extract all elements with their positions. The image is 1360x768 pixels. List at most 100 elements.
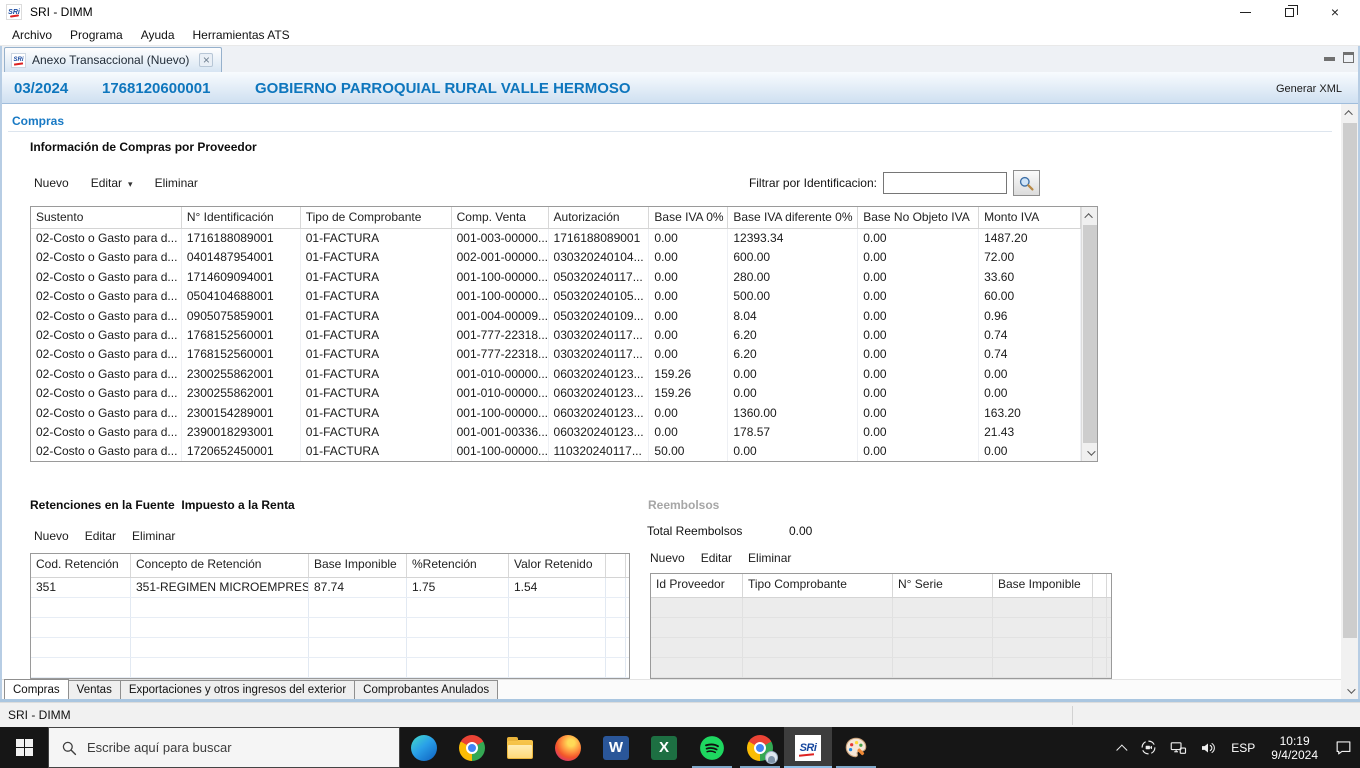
meet-now-icon[interactable] (1134, 727, 1163, 768)
scrollbar-thumb[interactable] (1082, 225, 1097, 443)
cell: 0.00 (649, 403, 729, 423)
table-row[interactable]: 351 351-REGIMEN MICROEMPRES... 87.74 1.75 1.… (31, 578, 629, 598)
table-row[interactable]: 02-Costo o Gasto para d... 0905075859001 0… (31, 306, 1081, 326)
vertical-scrollbar[interactable] (1341, 104, 1358, 699)
column-header[interactable]: %Retención (407, 554, 509, 577)
cell: 01-FACTURA (301, 267, 452, 288)
scrollbar-thumb[interactable] (1342, 123, 1357, 638)
column-header[interactable]: Id Proveedor (651, 574, 743, 597)
scroll-up-arrow[interactable] (1342, 104, 1358, 121)
table-row[interactable]: 02-Costo o Gasto para d... 1768152560001 0… (31, 345, 1081, 365)
taskbar-word-icon[interactable]: W (592, 727, 640, 768)
table-row[interactable]: 02-Costo o Gasto para d... 1714609094001 0… (31, 267, 1081, 288)
bottom-tab-comprobantes-anulados[interactable]: Comprobantes Anulados (354, 680, 499, 699)
editar-button[interactable]: Editar (85, 529, 116, 543)
table-scrollbar[interactable] (1081, 207, 1097, 461)
taskbar-edge-icon[interactable] (400, 727, 448, 768)
table-row[interactable]: 02-Costo o Gasto para d... 1768152560001 0… (31, 325, 1081, 346)
menu-item-archivo[interactable]: Archivo (10, 26, 54, 44)
start-button[interactable] (0, 727, 48, 768)
column-header[interactable]: Valor Retenido (509, 554, 606, 577)
taskbar-sri-icon[interactable]: SRi (784, 727, 832, 768)
table-row[interactable]: 02-Costo o Gasto para d... 0504104688001 0… (31, 287, 1081, 307)
editar-button[interactable]: Editar ▾ (91, 176, 133, 190)
menu-item-ayuda[interactable]: Ayuda (139, 26, 177, 44)
column-header[interactable]: Base Imponible (309, 554, 407, 577)
cell (1093, 658, 1107, 677)
column-header[interactable]: Tipo Comprobante (743, 574, 893, 597)
filter-input[interactable] (883, 172, 1007, 194)
eliminar-button[interactable]: Eliminar (132, 529, 175, 543)
chevron-down-icon[interactable]: ▾ (128, 179, 133, 190)
taskbar-file-explorer-icon[interactable] (496, 727, 544, 768)
cell (31, 658, 131, 677)
scroll-down-arrow[interactable] (1082, 444, 1098, 461)
column-header[interactable]: N° Identificación (182, 207, 301, 228)
maximize-view-button[interactable] (1343, 52, 1354, 63)
table-row[interactable]: 02-Costo o Gasto para d... 1716188089001 0… (31, 229, 1081, 249)
nuevo-button[interactable]: Nuevo (34, 529, 69, 543)
nuevo-button[interactable]: Nuevo (34, 176, 69, 190)
table-row[interactable]: 02-Costo o Gasto para d... 2300154289001 0… (31, 403, 1081, 423)
table-row[interactable]: 02-Costo o Gasto para d... 1720652450001 0… (31, 442, 1081, 461)
restore-button[interactable] (1272, 0, 1306, 24)
column-header[interactable]: Comp. Venta (452, 207, 549, 228)
column-header[interactable]: Base IVA 0% (649, 207, 729, 228)
minimize-view-button[interactable] (1324, 57, 1335, 61)
cell (309, 618, 407, 637)
close-button[interactable]: × (1318, 0, 1352, 24)
column-header[interactable]: Base IVA diferente 0% (728, 207, 859, 228)
column-header[interactable]: Sustento (31, 207, 182, 228)
search-button[interactable] (1013, 170, 1040, 196)
bottom-tab-ventas[interactable]: Ventas (68, 680, 120, 699)
cell: 0.00 (858, 384, 980, 404)
tab-close-icon[interactable]: × (199, 53, 214, 67)
column-header[interactable]: Tipo de Comprobante (301, 207, 452, 228)
column-header[interactable]: Monto IVA (979, 207, 1081, 228)
taskbar-excel-icon[interactable]: X (640, 727, 688, 768)
cell (651, 638, 743, 657)
taskbar-spotify-icon[interactable] (688, 727, 736, 768)
bottom-tab-exportaciones-y-otros-ingresos-del-exterior[interactable]: Exportaciones y otros ingresos del exter… (119, 680, 355, 699)
column-header[interactable]: Base No Objeto IVA (858, 207, 980, 228)
cell: 0.00 (649, 345, 729, 365)
editar-button[interactable]: Editar (701, 551, 732, 565)
generar-xml-button[interactable]: Generar XML (1276, 83, 1342, 95)
clock[interactable]: 10:19 9/4/2024 (1263, 727, 1326, 768)
bottom-tab-compras[interactable]: Compras (4, 679, 69, 699)
cell: 1714609094001 (182, 267, 301, 288)
table-row[interactable]: 02-Costo o Gasto para d... 2390018293001 0… (31, 422, 1081, 443)
scroll-down-arrow[interactable] (1342, 682, 1358, 699)
eliminar-button[interactable]: Eliminar (748, 551, 791, 565)
column-header[interactable]: N° Serie (893, 574, 993, 597)
taskbar-chrome-icon[interactable] (448, 727, 496, 768)
action-center-icon[interactable] (1326, 727, 1360, 768)
column-header[interactable]: Base Imponible (993, 574, 1093, 597)
column-header[interactable]: Concepto de Retención (131, 554, 309, 577)
taskbar-chrome-profile-icon[interactable] (736, 727, 784, 768)
scrollbar-track[interactable] (1342, 121, 1358, 682)
nuevo-button[interactable]: Nuevo (650, 551, 685, 565)
taskbar-search-input[interactable]: Escribe aquí para buscar (48, 727, 400, 768)
cell: 0905075859001 (182, 306, 301, 326)
column-header[interactable]: Cod. Retención (31, 554, 131, 577)
eliminar-button[interactable]: Eliminar (155, 176, 198, 190)
language-indicator[interactable]: ESP (1223, 727, 1263, 768)
taskbar-firefox-icon[interactable] (544, 727, 592, 768)
column-header[interactable]: Autorización (549, 207, 650, 228)
scroll-up-arrow[interactable] (1082, 207, 1098, 224)
tray-show-hidden-icons[interactable] (1114, 727, 1134, 768)
tab-anexo-transaccional[interactable]: SRi Anexo Transaccional (Nuevo) × (4, 47, 223, 72)
table-row[interactable]: 02-Costo o Gasto para d... 2300255862001 0… (31, 364, 1081, 385)
taskbar-paint-icon[interactable] (832, 727, 880, 768)
cell: 02-Costo o Gasto para d... (31, 287, 182, 307)
table-row[interactable]: 02-Costo o Gasto para d... 0401487954001 0… (31, 248, 1081, 268)
table-row[interactable]: 02-Costo o Gasto para d... 2300255862001 0… (31, 384, 1081, 404)
network-icon[interactable] (1163, 727, 1193, 768)
menu-item-programa[interactable]: Programa (68, 26, 125, 44)
cell (651, 618, 743, 637)
scrollbar-track[interactable] (1082, 224, 1098, 444)
minimize-button[interactable] (1228, 0, 1262, 24)
menu-item-herramientas-ats[interactable]: Herramientas ATS (191, 26, 292, 44)
volume-icon[interactable] (1193, 727, 1223, 768)
